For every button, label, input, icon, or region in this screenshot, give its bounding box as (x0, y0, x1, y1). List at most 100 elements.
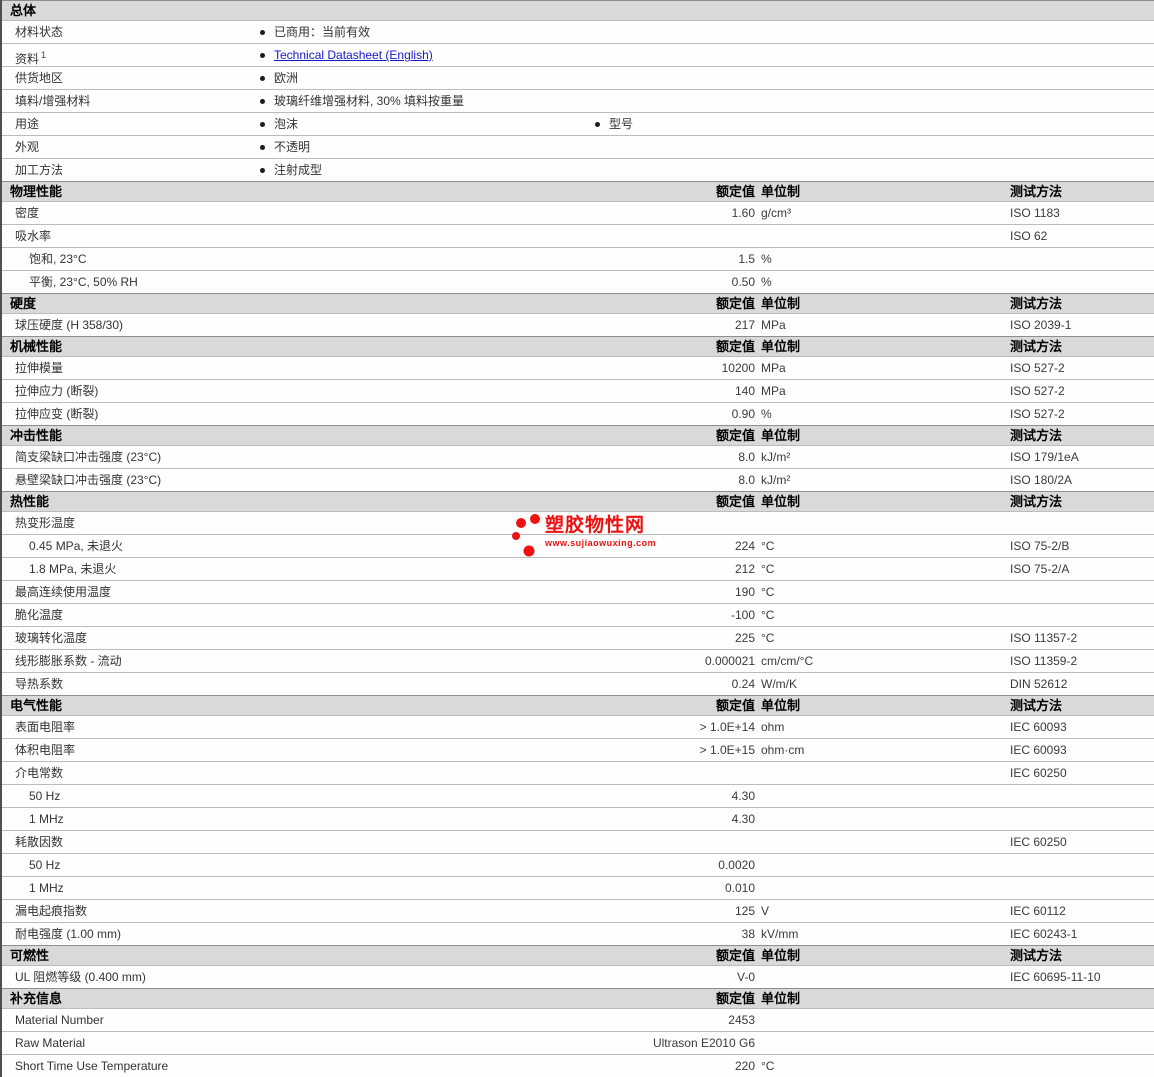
property-label: 介电常数 (15, 766, 64, 780)
column-header-unit: 单位制 (761, 948, 801, 963)
property-value: 225 (734, 631, 755, 645)
property-value: 0.010 (724, 881, 755, 895)
property-unit: ohm·cm (761, 743, 805, 757)
bullet-icon (595, 122, 600, 127)
column-header-value: 额定值 (715, 494, 755, 509)
property-value: 0.000021 (704, 654, 755, 668)
table-row: 导热系数 0.24 W/m/K DIN 52612 (2, 672, 1154, 695)
test-method: ISO 527-2 (1010, 361, 1065, 375)
property-value: 0.90 (731, 407, 755, 421)
property-value: 224 (734, 539, 755, 553)
section-header: 总体 (2, 0, 1154, 20)
property-label: 材料状态 (15, 25, 64, 39)
table-row: 拉伸模量 10200 MPa ISO 527-2 (2, 356, 1154, 379)
table-row: 50 Hz 4.30 (2, 784, 1154, 807)
property-value: 0.0020 (718, 858, 755, 872)
property-label: 热变形温度 (15, 516, 76, 530)
test-method: ISO 75-2/A (1010, 562, 1070, 576)
technical-datasheet-link[interactable]: Technical Datasheet (English) (274, 44, 433, 66)
property-unit: °C (761, 608, 775, 622)
table-row: 球压硬度 (H 358/30) 217 MPa ISO 2039-1 (2, 313, 1154, 336)
test-method: ISO 2039-1 (1010, 318, 1072, 332)
table-row: 供货地区 欧洲 (2, 66, 1154, 89)
column-header-value: 额定值 (715, 948, 755, 963)
table-row: 脆化温度 -100 °C (2, 603, 1154, 626)
property-unit: cm/cm/°C (761, 654, 814, 668)
table-row: 悬壁梁缺口冲击强度 (23°C) 8.0 kJ/m² ISO 180/2A (2, 468, 1154, 491)
column-header-method: 测试方法 (1010, 296, 1063, 311)
table-row: 饱和, 23°C 1.5% (2, 247, 1154, 270)
section-header: 冲击性能 额定值 单位制 测试方法 (2, 425, 1154, 445)
property-label: 吸水率 (15, 229, 52, 243)
section-title: 总体 (10, 3, 37, 18)
column-header-method: 测试方法 (1010, 339, 1063, 354)
bullet-icon (260, 76, 265, 81)
table-row: 1.8 MPa, 未退火 212 °C ISO 75-2/A (2, 557, 1154, 580)
property-value: 190 (734, 585, 755, 599)
table-row: 密度 1.60 g/cm³ ISO 1183 (2, 201, 1154, 224)
property-value: 140 (734, 384, 755, 398)
section-header: 可燃性 额定值 单位制 测试方法 (2, 945, 1154, 965)
property-unit: W/m/K (761, 677, 797, 691)
table-row: 拉伸应力 (断裂) 140 MPa ISO 527-2 (2, 379, 1154, 402)
table-row: 表面电阻率 > 1.0E+14 ohm IEC 60093 (2, 715, 1154, 738)
table-row: 1 MHz 0.010 (2, 876, 1154, 899)
table-row: UL 阻燃等级 (0.400 mm) V-0 IEC 60695-11-10 (2, 965, 1154, 988)
test-method: ISO 75-2/B (1010, 539, 1070, 553)
table-row: 50 Hz 0.0020 (2, 853, 1154, 876)
table-row: 热变形温度 (2, 511, 1154, 534)
column-header-value: 额定值 (715, 698, 755, 713)
test-method: ISO 527-2 (1010, 384, 1065, 398)
bullet-icon (260, 99, 265, 104)
bullet-item-text: 不透明 (274, 140, 311, 154)
bullet-icon (260, 145, 265, 150)
table-row: Raw Material Ultrason E2010 G6 (2, 1031, 1154, 1054)
section-header: 热性能 额定值 单位制 测试方法 (2, 491, 1154, 511)
property-label: 用途 (15, 117, 40, 131)
column-header-method: 测试方法 (1010, 184, 1063, 199)
property-unit: ohm (761, 720, 785, 734)
property-value: 2453 (728, 1013, 755, 1027)
table-row: 平衡, 23°C, 50% RH 0.50% (2, 270, 1154, 293)
bullet-item-text: 已商用：当前有效 (274, 25, 371, 39)
property-unit: °C (761, 562, 775, 576)
property-unit: °C (761, 539, 775, 553)
section-header: 硬度 额定值 单位制 测试方法 (2, 293, 1154, 313)
property-value: 38 (741, 927, 755, 941)
table-row: 加工方法 注射成型 (2, 158, 1154, 181)
section-header: 物理性能 额定值 单位制 测试方法 (2, 181, 1154, 201)
column-header-value: 额定值 (715, 184, 755, 199)
table-row: 介电常数 IEC 60250 (2, 761, 1154, 784)
table-row: 用途 泡沫 型号 (2, 112, 1154, 135)
test-method: IEC 60112 (1010, 904, 1066, 918)
property-label: 填料/增强材料 (15, 94, 91, 108)
property-value: 220 (734, 1059, 755, 1073)
property-unit: % (761, 407, 772, 421)
property-value: 0.50 (731, 275, 755, 289)
column-header-unit: 单位制 (761, 494, 801, 509)
property-label: 供货地区 (15, 71, 64, 85)
bullet-icon (260, 122, 265, 127)
test-method: ISO 179/1eA (1010, 450, 1079, 464)
table-row: 资料 1 Technical Datasheet (English) (2, 43, 1154, 66)
test-method: IEC 60093 (1010, 743, 1067, 757)
property-value: Ultrason E2010 G6 (652, 1036, 755, 1050)
test-method: ISO 11359-2 (1010, 654, 1078, 668)
property-value: -100 (730, 608, 755, 622)
table-row: 线形膨胀系数 - 流动 0.000021 cm/cm/°C ISO 11359-2 (2, 649, 1154, 672)
property-unit: kJ/m² (761, 450, 791, 464)
bullet-item-text: 玻璃纤维增强材料, 30% 填料按重量 (274, 94, 465, 108)
column-header-value: 额定值 (715, 296, 755, 311)
test-method: ISO 11357-2 (1010, 631, 1078, 645)
table-row: 简支梁缺口冲击强度 (23°C) 8.0 kJ/m² ISO 179/1eA (2, 445, 1154, 468)
table-row: 最高连续使用温度 190 °C (2, 580, 1154, 603)
property-unit: V (761, 904, 770, 918)
table-row: 填料/增强材料 玻璃纤维增强材料, 30% 填料按重量 (2, 89, 1154, 112)
column-header-value: 额定值 (715, 428, 755, 443)
test-method: IEC 60250 (1010, 766, 1067, 780)
column-header-unit: 单位制 (761, 991, 801, 1006)
bullet-icon (260, 30, 265, 35)
test-method: IEC 60093 (1010, 720, 1067, 734)
test-method: ISO 1183 (1010, 206, 1060, 220)
test-method: ISO 180/2A (1010, 473, 1073, 487)
